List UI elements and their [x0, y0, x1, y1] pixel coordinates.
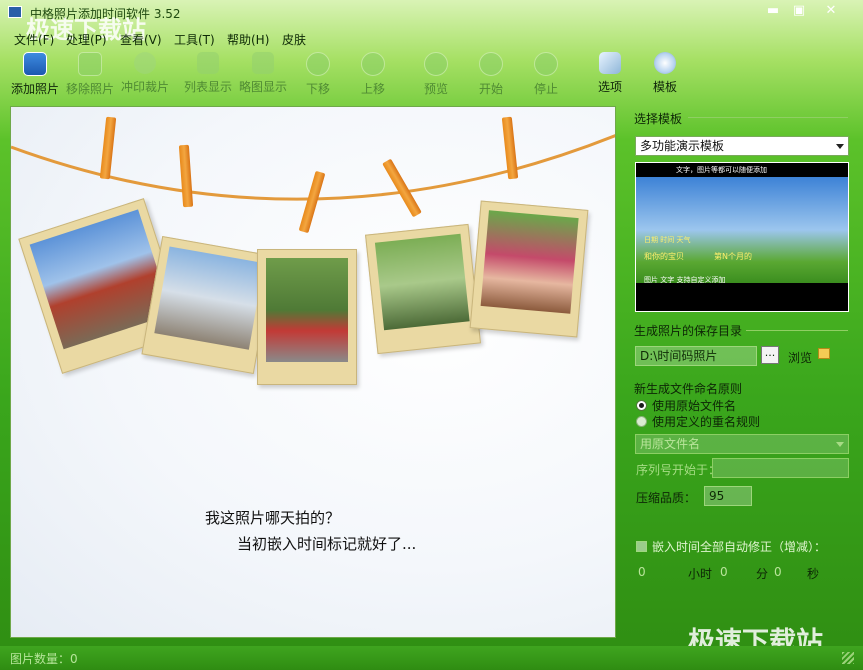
move-down-icon: [306, 52, 330, 76]
app-icon: [8, 6, 22, 18]
thumbnail-text-1: 文字，图片等都可以随便添加: [676, 166, 767, 174]
move-up-button[interactable]: 上移: [345, 52, 401, 97]
quality-label: 压缩品质：: [636, 491, 697, 505]
list-view-label: 列表显示: [183, 80, 232, 94]
hours-field[interactable]: 0: [638, 565, 646, 579]
custom-rule-radio[interactable]: [636, 416, 647, 427]
hanging-photo-5: [469, 200, 589, 338]
save-dir-heading: 生成照片的保存目录: [634, 324, 743, 338]
menu-help[interactable]: 帮助(H): [227, 31, 269, 48]
move-down-button[interactable]: 下移: [290, 52, 346, 97]
naming-heading: 新生成文件命名原则: [634, 382, 743, 396]
remove-photo-label: 移除照片: [65, 82, 114, 96]
save-dir-divider: [746, 330, 848, 331]
caption-line-1: 我这照片哪天拍的？: [205, 509, 341, 527]
thumbnail-text-4: 第N个月的: [714, 252, 752, 261]
thumbnail-view-icon: [252, 52, 274, 74]
save-path-field[interactable]: D:\时间码照片: [635, 346, 757, 366]
original-name-label[interactable]: 使用原始文件名: [652, 397, 736, 414]
template-thumbnail: 文字，图片等都可以随便添加 日期 时间 天气 和你的宝贝 第N个月的 图片 文字…: [635, 162, 849, 312]
preview-icon: [424, 52, 448, 76]
add-photo-icon: [23, 52, 47, 76]
template-icon: [654, 52, 676, 74]
menu-file[interactable]: 文件(F): [14, 31, 54, 48]
preview-button[interactable]: 预览: [408, 52, 464, 97]
rule-select-value: 用原文件名: [640, 437, 701, 451]
seconds-field[interactable]: 0: [774, 565, 782, 579]
menu-process[interactable]: 处理(P): [66, 31, 107, 48]
stop-label: 停止: [533, 82, 558, 96]
start-button[interactable]: 开始: [463, 52, 519, 97]
minutes-field[interactable]: 0: [720, 565, 728, 579]
remove-photo-icon: [78, 52, 102, 76]
thumbnail-text-3: 和你的宝贝: [644, 252, 684, 261]
crop-icon: [134, 52, 156, 74]
browse-link[interactable]: 浏览: [788, 349, 812, 366]
preview-label: 预览: [423, 82, 448, 96]
serial-label: 序列号开始于：: [636, 463, 721, 477]
menu-view[interactable]: 查看(V): [120, 31, 162, 48]
original-name-radio[interactable]: [636, 400, 647, 411]
options-icon: [599, 52, 621, 74]
path-picker-button[interactable]: ...: [761, 346, 779, 364]
options-label: 选项: [597, 80, 622, 94]
menu-skin[interactable]: 皮肤: [282, 31, 306, 48]
folder-icon[interactable]: [818, 348, 830, 359]
thumbnail-sky: [636, 177, 848, 283]
serial-start-field[interactable]: [712, 458, 849, 478]
stop-button[interactable]: 停止: [518, 52, 574, 97]
template-button[interactable]: 模板: [637, 52, 693, 95]
menu-tools[interactable]: 工具(T): [174, 31, 215, 48]
template-divider: [688, 117, 848, 118]
list-view-button[interactable]: 列表显示: [180, 52, 236, 95]
hours-unit: 小时: [688, 567, 713, 581]
hanging-photo-3: [257, 249, 357, 385]
rule-chevron-icon: [836, 442, 844, 447]
hanging-photo-4: [365, 223, 481, 355]
rule-select[interactable]: 用原文件名: [635, 434, 849, 454]
start-label: 开始: [478, 82, 503, 96]
maximize-button[interactable]: ▣: [786, 2, 812, 20]
resize-grip-icon[interactable]: [842, 652, 854, 664]
quality-stepper[interactable]: 95: [704, 486, 752, 506]
hanging-photo-2: [141, 236, 275, 374]
crop-button[interactable]: 冲印裁片: [117, 52, 173, 95]
template-label: 模板: [652, 80, 677, 94]
thumbnail-view-button[interactable]: 略图显示: [235, 52, 291, 95]
chevron-down-icon: [836, 144, 844, 149]
crop-label: 冲印裁片: [120, 80, 169, 94]
start-icon: [479, 52, 503, 76]
seconds-unit: 秒: [807, 567, 820, 581]
template-heading: 选择模板: [634, 112, 683, 126]
custom-rule-label[interactable]: 使用定义的重名规则: [652, 413, 760, 430]
move-down-label: 下移: [305, 82, 330, 96]
template-select-value: 多功能演示模板: [640, 139, 725, 153]
thumbnail-view-label: 略图显示: [238, 80, 287, 94]
title-bar: 中格照片添加时间软件 3.52 极速下载站 ▬ ▣ ✕: [0, 0, 863, 44]
caption-line-2: 当初嵌入时间标记就好了...: [237, 535, 417, 553]
add-photo-label: 添加照片: [10, 82, 59, 96]
move-up-icon: [361, 52, 385, 76]
status-bar: 图片数量：0: [0, 646, 863, 670]
close-button[interactable]: ✕: [818, 2, 844, 20]
template-select[interactable]: 多功能演示模板: [635, 136, 849, 156]
auto-correct-checkbox[interactable]: [636, 541, 647, 552]
photo-count: 图片数量：0: [10, 652, 78, 666]
stop-icon: [534, 52, 558, 76]
preview-panel[interactable]: 我这照片哪天拍的？ 当初嵌入时间标记就好了...: [10, 106, 616, 638]
minimize-button[interactable]: ▬: [760, 2, 786, 20]
quality-value: 95: [709, 489, 725, 503]
add-photo-button[interactable]: 添加照片: [7, 52, 63, 97]
thumbnail-text-2: 日期 时间 天气: [644, 236, 691, 244]
thumbnail-text-5: 图片 文字 支持自定义添加: [644, 276, 726, 284]
auto-correct-label[interactable]: 嵌入时间全部自动修正（增减）：: [652, 538, 826, 555]
list-view-icon: [197, 52, 219, 74]
remove-photo-button[interactable]: 移除照片: [62, 52, 118, 97]
move-up-label: 上移: [360, 82, 385, 96]
options-button[interactable]: 选项: [582, 52, 638, 95]
minutes-unit: 分: [756, 567, 769, 581]
